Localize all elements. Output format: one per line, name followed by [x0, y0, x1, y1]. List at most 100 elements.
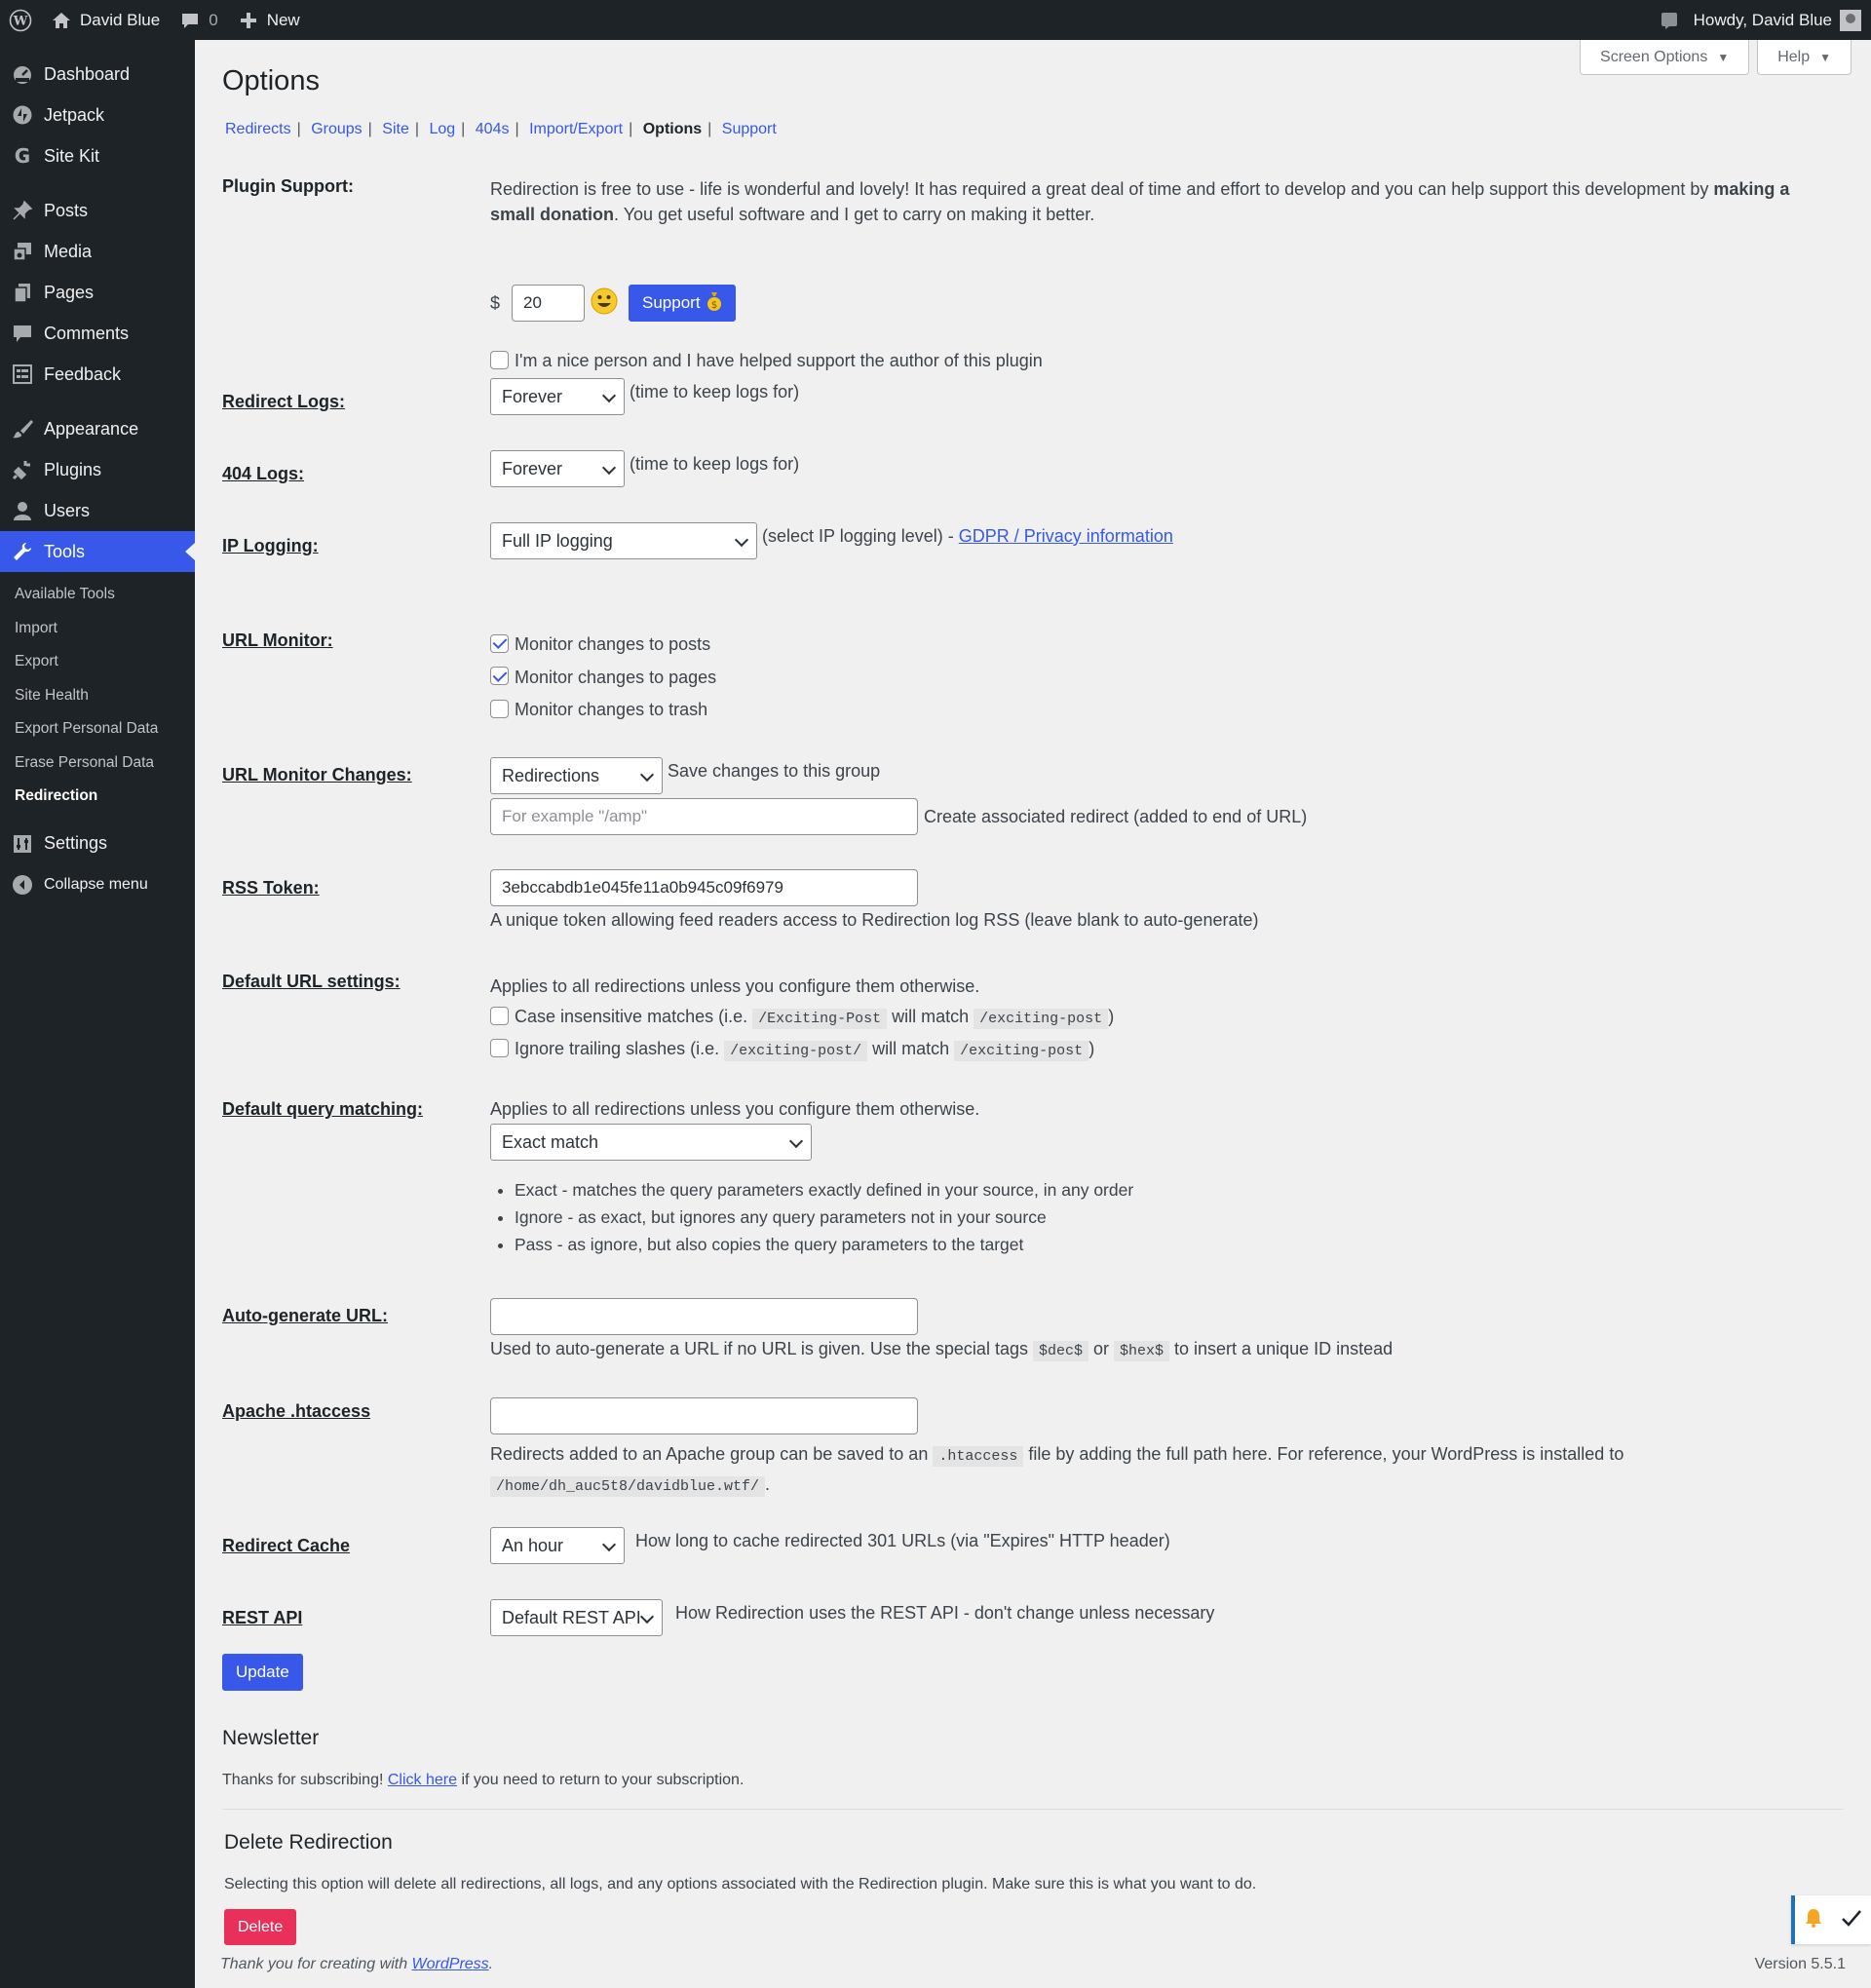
support-text-part2: . You get useful software and I get to c… [614, 205, 1095, 224]
auto-url-input[interactable] [490, 1298, 918, 1335]
wordpress-logo-icon[interactable]: W [0, 0, 41, 40]
nav-support[interactable]: Support [722, 121, 777, 137]
sidebar-item-plugins[interactable]: Plugins [0, 449, 195, 490]
sidebar-item-comments[interactable]: Comments [0, 313, 195, 354]
media-icon [11, 240, 34, 263]
redirection-nav: Redirects | Groups | Site | Log | 404s | Impo… [225, 121, 777, 137]
install-path-code: /home/dh_auc5t8/davidblue.wtf/ [490, 1476, 766, 1497]
rss-token-input[interactable] [490, 869, 918, 906]
comments-count: 0 [209, 10, 218, 29]
query-match-explanations: Exact - matches the query parameters exa… [490, 1176, 1133, 1258]
site-name-link[interactable]: David Blue [41, 0, 170, 40]
nav-options[interactable]: Options [643, 121, 702, 137]
update-button[interactable]: Update [222, 1654, 303, 1691]
sidebar-item-site-kit[interactable]: G Site Kit [0, 135, 195, 176]
collapse-menu-button[interactable]: Collapse menu [0, 864, 195, 905]
nav-site[interactable]: Site [382, 121, 409, 137]
screen-meta-links: Screen Options ▼ Help ▼ [1580, 40, 1852, 75]
logs-404-help: (time to keep logs for) [630, 453, 800, 474]
rss-token-help: A unique token allowing feed readers acc… [490, 910, 1259, 930]
delete-button[interactable]: Delete [224, 1909, 297, 1945]
sidebar-item-posts[interactable]: Posts [0, 190, 195, 231]
submenu-item-erase-personal-data[interactable]: Erase Personal Data [0, 746, 195, 781]
newsletter-click-here-link[interactable]: Click here [388, 1772, 457, 1788]
wordpress-link[interactable]: WordPress [412, 1956, 489, 1972]
associated-redirect-input[interactable] [490, 798, 918, 835]
sidebar-item-tools[interactable]: Tools [0, 531, 195, 572]
auto-url-label: Auto-generate URL: [222, 1306, 388, 1325]
sidebar-item-appearance[interactable]: Appearance [0, 408, 195, 449]
donation-controls: $ Support $ [490, 285, 736, 322]
trailing-slash-option: Ignore trailing slashes (i.e. /exciting-… [490, 1034, 1114, 1066]
trailing-slash-checkbox[interactable] [490, 1038, 509, 1057]
svg-text:W: W [13, 14, 28, 28]
sidebar-item-feedback[interactable]: Feedback [0, 354, 195, 395]
support-button[interactable]: Support $ [629, 285, 736, 322]
nav-log[interactable]: Log [429, 121, 455, 137]
chevron-down-icon [601, 388, 617, 403]
submenu-item-site-health[interactable]: Site Health [0, 679, 195, 713]
default-query-select[interactable]: Exact match [490, 1124, 812, 1161]
screen-options-button[interactable]: Screen Options ▼ [1580, 40, 1750, 75]
sidebar-item-dashboard[interactable]: Dashboard [0, 54, 195, 95]
chevron-down-icon [601, 1537, 617, 1552]
notifications-link[interactable] [1649, 0, 1684, 40]
monitor-trash-checkbox[interactable] [490, 699, 509, 718]
footer-version: Version 5.5.1 [1754, 1956, 1846, 1972]
donation-amount-input[interactable] [512, 285, 586, 322]
help-button[interactable]: Help ▼ [1757, 40, 1852, 75]
monitor-group-select[interactable]: Redirections [490, 757, 663, 794]
default-url-intro: Applies to all redirections unless you c… [490, 976, 980, 996]
nav-groups[interactable]: Groups [311, 121, 362, 137]
support-text-part1: Redirection is free to use - life is won… [490, 179, 1714, 199]
notification-widget[interactable] [1791, 1895, 1871, 1944]
htaccess-help-text: Redirects added to an Apache group can b… [490, 1444, 934, 1464]
update-row: Update [222, 1654, 1840, 1691]
ip-logging-select[interactable]: Full IP logging [490, 522, 757, 559]
submenu-item-export-personal-data[interactable]: Export Personal Data [0, 712, 195, 746]
sidebar-item-media[interactable]: Media [0, 231, 195, 272]
hex-tag-code: $hex$ [1114, 1341, 1170, 1361]
default-url-options: Applies to all redirections unless you c… [490, 972, 1114, 1066]
new-label: New [266, 10, 300, 29]
logs-404-label: 404 Logs: [222, 464, 305, 483]
redirect-cache-select[interactable]: An hour [490, 1527, 625, 1564]
new-content-link[interactable]: New [228, 0, 310, 40]
rest-api-help: How Redirection uses the REST API - don'… [675, 1602, 1215, 1623]
nav-404s[interactable]: 404s [476, 121, 510, 137]
monitor-pages-checkbox[interactable] [490, 667, 509, 686]
rest-api-select[interactable]: Default REST API [490, 1599, 663, 1636]
sidebar-item-users[interactable]: Users [0, 490, 195, 531]
rest-api-label: REST API [222, 1608, 303, 1627]
url-monitor-changes-label: URL Monitor Changes: [222, 765, 412, 784]
money-bag-icon: $ [706, 291, 722, 316]
sidebar-item-label: Jetpack [44, 104, 105, 125]
htaccess-path-input[interactable] [490, 1397, 918, 1434]
sidebar-item-jetpack[interactable]: Jetpack [0, 95, 195, 135]
default-url-label: Default URL settings: [222, 972, 401, 991]
monitor-posts-checkbox[interactable] [490, 633, 509, 653]
redirect-logs-select[interactable]: Forever [490, 378, 625, 415]
my-account-link[interactable]: Howdy, David Blue [1684, 0, 1871, 40]
nav-redirects[interactable]: Redirects [225, 121, 291, 137]
gdpr-privacy-link[interactable]: GDPR / Privacy information [959, 526, 1173, 546]
sidebar-item-label: Plugins [44, 459, 102, 479]
submenu-item-import[interactable]: Import [0, 612, 195, 646]
case-insensitive-checkbox[interactable] [490, 1006, 509, 1025]
submenu-item-export[interactable]: Export [0, 645, 195, 679]
wrench-icon [11, 540, 34, 563]
nice-person-checkbox[interactable] [490, 350, 509, 369]
nav-import-export[interactable]: Import/Export [529, 121, 623, 137]
dec-tag-code: $dec$ [1032, 1341, 1088, 1361]
submenu-item-redirection[interactable]: Redirection [0, 780, 195, 814]
logs-404-select[interactable]: Forever [490, 450, 625, 487]
sidebar-item-settings[interactable]: Settings [0, 823, 195, 864]
submenu-item-available-tools[interactable]: Available Tools [0, 578, 195, 612]
htaccess-field: Redirects added to an Apache group can b… [490, 1397, 1623, 1501]
slash-mid-text: will match [867, 1039, 955, 1058]
plugin-icon [11, 458, 34, 481]
comments-link[interactable]: 0 [170, 0, 227, 40]
sidebar-item-pages[interactable]: Pages [0, 272, 195, 313]
brush-icon [11, 417, 34, 440]
url-monitor-options: Monitor changes to posts Monitor changes… [490, 629, 716, 727]
